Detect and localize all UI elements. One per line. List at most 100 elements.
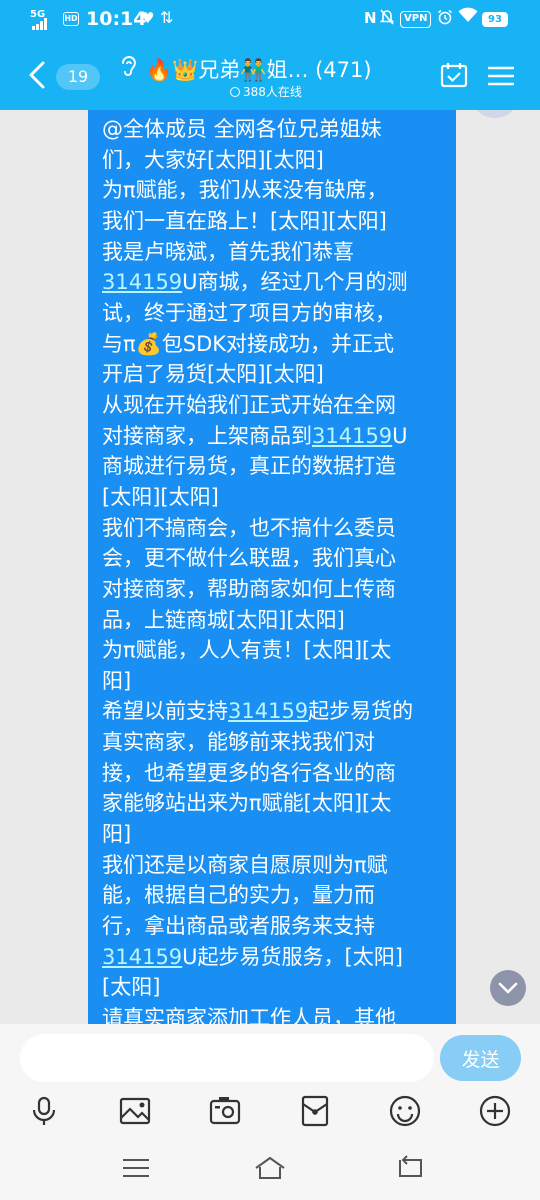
camera-icon[interactable] <box>208 1094 242 1128</box>
message-line: 我是卢晓斌，首先我们恭喜 <box>102 237 456 268</box>
message-text: 与π💰包SDK对接成功，并正式 <box>102 331 395 356</box>
chat-header: 19 🔥👑兄弟👬姐… (471) 388人在线 <box>0 40 540 110</box>
system-nav-bar <box>0 1134 540 1200</box>
status-bar: 5G HD 10:14 ♥ ⇅ N VPN 93 <box>0 0 540 40</box>
message-text: [太阳][太阳] <box>102 484 219 509</box>
message-line: [太阳][太阳] <box>102 482 456 513</box>
message-text: 阳] <box>102 668 132 693</box>
hamburger-menu-icon[interactable] <box>487 66 515 86</box>
message-text: 试，终于通过了项目方的审核， <box>102 300 396 325</box>
composer-toolbar <box>0 1090 540 1134</box>
message-text: 会，更不做什么联盟，我们真心 <box>102 546 396 571</box>
message-text: U <box>392 423 408 448</box>
message-line: @全体成员 全网各位兄弟姐妹 <box>102 114 456 145</box>
back-button[interactable] <box>24 58 52 92</box>
calendar-check-icon[interactable] <box>440 62 468 88</box>
chat-title[interactable]: 🔥👑兄弟👬姐… (471) <box>146 54 372 84</box>
message-line: 行，拿出商品或者服务来支持 <box>102 911 456 942</box>
send-button[interactable]: 发送 <box>440 1035 521 1081</box>
message-text: 我们还是以商家自愿原则为π赋 <box>102 852 388 877</box>
message-line: 们，大家好[太阳][太阳] <box>102 145 456 176</box>
message-text: 为π赋能，人人有责！[太阳][太 <box>102 638 392 663</box>
message-text: 对接商家，帮助商家如何上传商 <box>102 576 396 601</box>
message-text: [太阳] <box>102 975 161 1000</box>
message-text: 品，上链商城[太阳][太阳] <box>102 607 345 632</box>
signal-icon <box>32 18 50 30</box>
plus-icon[interactable] <box>478 1094 512 1128</box>
emoji-icon[interactable] <box>388 1094 422 1128</box>
ear-icon[interactable] <box>116 52 140 80</box>
message-text: 家能够站出来为π赋能[太阳][太 <box>102 791 392 816</box>
message-line: 从现在开始我们正式开始在全网 <box>102 390 456 421</box>
message-line: 阳] <box>102 666 456 697</box>
microphone-icon[interactable] <box>27 1094 61 1128</box>
message-text: 我是卢晓斌，首先我们恭喜 <box>102 239 354 264</box>
message-bubble[interactable]: @全体成员 全网各位兄弟姐妹 们，大家好[太阳][太阳] 为π赋能，我们从来没有缺席… <box>88 110 456 1024</box>
message-line: 会，更不做什么联盟，我们真心 <box>102 543 456 574</box>
scroll-down-button[interactable] <box>490 970 526 1006</box>
battery-indicator: 93 <box>482 12 508 27</box>
wifi-icon <box>458 7 478 28</box>
message-line: 314159U商城，经过几个月的测 <box>102 267 456 298</box>
hd-badge: HD <box>63 12 79 26</box>
image-icon[interactable] <box>118 1094 152 1128</box>
back-nav-icon[interactable] <box>394 1154 426 1182</box>
message-line: 对接商家，上架商品到314159U <box>102 421 456 452</box>
avatar[interactable] <box>470 110 520 118</box>
message-text: U起步易货服务，[太阳] <box>182 944 403 969</box>
message-line: 阳] <box>102 819 456 850</box>
status-time: 10:14 <box>86 8 147 30</box>
message-line: 品，上链商城[太阳][太阳] <box>102 605 456 636</box>
message-text: 我们不搞商会，也不搞什么委员 <box>102 515 396 540</box>
number-link[interactable]: 314159 <box>102 270 182 294</box>
recent-apps-icon[interactable] <box>120 1154 152 1182</box>
message-input[interactable] <box>20 1034 434 1082</box>
message-list[interactable]: @全体成员 全网各位兄弟姐妹 们，大家好[太阳][太阳] 为π赋能，我们从来没有缺席… <box>0 110 540 1024</box>
message-text: 商城进行易货，真正的数据打造 <box>102 454 396 479</box>
sync-icon: ⇅ <box>160 8 174 27</box>
message-line: 家能够站出来为π赋能[太阳][太 <box>102 788 456 819</box>
message-text: U商城，经过几个月的测 <box>182 270 408 295</box>
message-line: 真实商家，能够前来找我们对 <box>102 727 456 758</box>
chevron-left-icon <box>29 61 45 89</box>
message-line: 试，终于通过了项目方的审核， <box>102 298 456 329</box>
message-line: 接，也希望更多的各行各业的商 <box>102 758 456 789</box>
message-line: 开启了易货[太阳][太阳] <box>102 359 456 390</box>
message-text: 真实商家，能够前来找我们对 <box>102 730 375 755</box>
composer: 发送 <box>0 1024 540 1090</box>
message-text: @全体成员 全网各位兄弟姐妹 <box>102 117 382 141</box>
message-text: 开启了易货[太阳][太阳] <box>102 362 324 387</box>
online-count-text: 388人在线 <box>243 85 302 99</box>
message-text: 们，大家好[太阳][太阳] <box>102 147 324 172</box>
number-link[interactable]: 314159 <box>102 945 182 969</box>
message-text: 行，拿出商品或者服务来支持 <box>102 914 375 939</box>
message-text: 请真实商家添加工作人员，其他 <box>102 1006 396 1024</box>
vpn-badge: VPN <box>400 11 432 28</box>
message-text: 对接商家，上架商品到 <box>102 423 312 448</box>
message-text: 起步易货的 <box>308 699 414 724</box>
message-text: 阳] <box>102 822 132 847</box>
message-text: 从现在开始我们正式开始在全网 <box>102 392 396 417</box>
message-line: 希望以前支持314159起步易货的 <box>102 696 456 727</box>
heart-icon: ♥ <box>141 9 155 27</box>
online-icon <box>230 87 240 97</box>
message-text: 希望以前支持 <box>102 699 228 724</box>
red-packet-icon[interactable] <box>298 1094 332 1128</box>
number-link[interactable]: 314159 <box>228 699 308 723</box>
number-link[interactable]: 314159 <box>312 424 392 448</box>
message-line: 314159U起步易货服务，[太阳] <box>102 942 456 973</box>
message-text: 能，根据自己的实力，量力而 <box>102 883 375 908</box>
message-line: [太阳] <box>102 972 456 1003</box>
mute-icon <box>379 9 395 29</box>
message-line: 商城进行易货，真正的数据打造 <box>102 451 456 482</box>
message-line: 我们不搞商会，也不搞什么委员 <box>102 513 456 544</box>
message-text: 接，也希望更多的各行各业的商 <box>102 760 396 785</box>
online-status: 388人在线 <box>230 83 302 100</box>
message-line: 为π赋能，人人有责！[太阳][太 <box>102 635 456 666</box>
message-text: 我们一直在路上！[太阳][太阳] <box>102 208 387 233</box>
message-line: 与π💰包SDK对接成功，并正式 <box>102 329 456 360</box>
unread-count-badge[interactable]: 19 <box>56 64 100 90</box>
message-line: 我们一直在路上！[太阳][太阳] <box>102 206 456 237</box>
home-icon[interactable] <box>254 1154 286 1182</box>
message-line: 对接商家，帮助商家如何上传商 <box>102 574 456 605</box>
